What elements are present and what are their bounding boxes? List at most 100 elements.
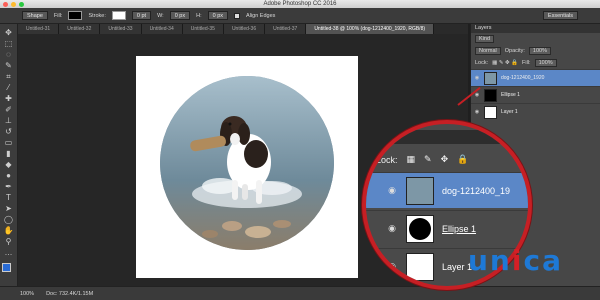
document-tabs: Untitled-31 Untitled-32 Untitled-33 Unti… <box>18 24 468 34</box>
callout-panel-header: ers <box>366 130 528 144</box>
title-bar: Adobe Photoshop CC 2016 <box>0 0 600 8</box>
color-swatches[interactable] <box>1 263 16 277</box>
tab-untitled-37[interactable]: Untitled-37 <box>265 24 307 34</box>
document-canvas[interactable] <box>136 56 358 278</box>
layers-panel-title[interactable]: Layers <box>471 24 600 33</box>
callout-layer-name: Ellipse 1 <box>442 223 477 234</box>
tab-untitled-31[interactable]: Untitled-31 <box>18 24 60 34</box>
dodge-tool-icon[interactable]: ● <box>3 171 14 180</box>
stroke-label: Stroke: <box>88 12 106 19</box>
path-selection-tool-icon[interactable]: ➤ <box>3 204 14 213</box>
callout-layer-name: dog-1212400_19 <box>442 185 511 196</box>
fill-label: Fill: <box>53 12 63 19</box>
layer-name[interactable]: dog-1212400_1920 <box>501 75 544 81</box>
blur-tool-icon[interactable]: ◆ <box>3 160 14 169</box>
align-edges-checkbox[interactable] <box>234 12 241 19</box>
foreground-color-swatch[interactable] <box>1 263 11 272</box>
crop-tool-icon[interactable]: ⌗ <box>3 72 14 81</box>
opacity-input[interactable]: 100% <box>528 47 551 55</box>
zoom-tool-icon[interactable]: ⚲ <box>3 237 14 246</box>
dog-photo-circle <box>160 76 334 250</box>
lock-all-icon: 🔒 <box>457 154 469 164</box>
blend-mode-select[interactable]: Normal <box>475 47 501 55</box>
eye-icon: ◉ <box>388 223 396 233</box>
stroke-swatch[interactable] <box>111 11 126 20</box>
eye-icon: ◉ <box>388 261 396 271</box>
eye-icon[interactable]: ◉ <box>474 75 480 81</box>
tools-panel: ✥ ⬚ ◌ ✎ ⌗ ⁄ ✚ ✐ ⊥ ↺ ▭ ▮ ◆ ● ✒ T ➤ ◯ ✋ ⚲ … <box>0 24 18 286</box>
align-edges-label: Align Edges <box>246 12 276 19</box>
callout-lock-row: Lock: ▦ ✎ ✥ 🔒 <box>376 154 468 165</box>
eye-icon: ◉ <box>388 185 396 195</box>
layer-name[interactable]: Ellipse 1 <box>501 92 520 98</box>
callout-layer-dog: ◉ dog-1212400_19 <box>366 172 528 208</box>
layer-thumbnail <box>484 71 497 85</box>
layer-thumbnail <box>484 88 497 102</box>
lock-paint-icon: ✎ <box>424 154 432 164</box>
lasso-tool-icon[interactable]: ◌ <box>3 50 14 59</box>
quick-select-tool-icon[interactable]: ✎ <box>3 61 14 70</box>
brush-tool-icon[interactable]: ✐ <box>3 105 14 114</box>
tab-untitled-38-active[interactable]: Untitled-38 @ 100% (dog-1212400_1920, RG… <box>306 24 435 34</box>
lock-move-icon: ✥ <box>440 154 449 164</box>
shape-tool-icon[interactable]: ◯ <box>3 215 14 224</box>
window-controls <box>3 1 24 7</box>
more-tools-icon[interactable]: … <box>3 248 14 257</box>
lock-label: Lock: <box>475 60 489 66</box>
move-tool-icon[interactable]: ✥ <box>3 28 14 37</box>
marquee-tool-icon[interactable]: ⬚ <box>3 39 14 48</box>
options-bar: Shape Fill: Stroke: 0 pt W: 0 px H: 0 px… <box>0 8 600 24</box>
healing-brush-tool-icon[interactable]: ✚ <box>3 94 14 103</box>
lock-icons[interactable]: ▦ ✎ ✥ 🔒 <box>492 60 518 66</box>
zoom-window-button[interactable] <box>19 1 24 7</box>
minimize-window-button[interactable] <box>11 1 16 7</box>
tab-untitled-32[interactable]: Untitled-32 <box>59 24 101 34</box>
tab-untitled-34[interactable]: Untitled-34 <box>141 24 183 34</box>
window-title: Adobe Photoshop CC 2016 <box>263 1 337 7</box>
eye-icon[interactable]: ◉ <box>474 109 480 115</box>
stroke-width-input[interactable]: 0 pt <box>131 11 152 20</box>
doc-size-info[interactable]: Doc: 732.4K/1.15M <box>46 291 93 297</box>
ellipse-layer-thumbnail <box>406 214 434 243</box>
workspace-select[interactable]: Essentials <box>542 11 578 20</box>
height-input[interactable]: 0 px <box>207 11 229 20</box>
type-tool-icon[interactable]: T <box>3 193 14 202</box>
unica-watermark-logo: unica <box>468 244 563 277</box>
layer-name[interactable]: Layer 1 <box>501 109 518 115</box>
layer1-thumbnail <box>406 252 434 281</box>
gradient-tool-icon[interactable]: ▮ <box>3 149 14 158</box>
close-window-button[interactable] <box>3 1 8 7</box>
tab-untitled-36[interactable]: Untitled-36 <box>223 24 266 34</box>
fill-swatch[interactable] <box>68 11 83 20</box>
dog-layer-thumbnail <box>406 176 434 205</box>
dog-illustration <box>160 76 334 250</box>
tab-untitled-35[interactable]: Untitled-35 <box>182 24 224 34</box>
layer-row-dog[interactable]: ◉ dog-1212400_1920 <box>471 69 600 86</box>
eyedropper-tool-icon[interactable]: ⁄ <box>3 83 14 92</box>
status-bar: 100% Doc: 732.4K/1.15M <box>0 286 600 300</box>
layer-thumbnail <box>484 105 497 119</box>
height-label: H: <box>196 12 202 19</box>
callout-lock-label: Lock: <box>376 154 398 165</box>
layer-row-ellipse[interactable]: ◉ Ellipse 1 <box>471 86 600 103</box>
callout-layer-ellipse: ◉ Ellipse 1 <box>366 210 528 246</box>
shape-mode-select[interactable]: Shape <box>22 11 48 20</box>
layer-filter-select[interactable]: Kind <box>475 35 495 43</box>
layer-row-layer1[interactable]: ◉ Layer 1 <box>471 103 600 120</box>
hand-tool-icon[interactable]: ✋ <box>3 226 14 235</box>
fill-input[interactable]: 100% <box>534 59 557 67</box>
fill-label: Fill: <box>522 60 531 66</box>
tab-untitled-33[interactable]: Untitled-33 <box>100 24 142 34</box>
pen-tool-icon[interactable]: ✒ <box>3 182 14 191</box>
opacity-label: Opacity: <box>504 48 525 54</box>
zoom-level[interactable]: 100% <box>20 291 34 297</box>
lock-fill-row: Lock: ▦ ✎ ✥ 🔒 Fill: 100% <box>471 57 600 69</box>
history-brush-tool-icon[interactable]: ↺ <box>3 127 14 136</box>
eraser-tool-icon[interactable]: ▭ <box>3 138 14 147</box>
lock-transparent-icon: ▦ <box>406 154 416 164</box>
clone-stamp-tool-icon[interactable]: ⊥ <box>3 116 14 125</box>
layer-filter-row: Kind <box>471 33 600 45</box>
width-input[interactable]: 0 px <box>169 11 191 20</box>
blend-opacity-row: Normal Opacity: 100% <box>471 45 600 57</box>
width-label: W: <box>157 12 164 19</box>
